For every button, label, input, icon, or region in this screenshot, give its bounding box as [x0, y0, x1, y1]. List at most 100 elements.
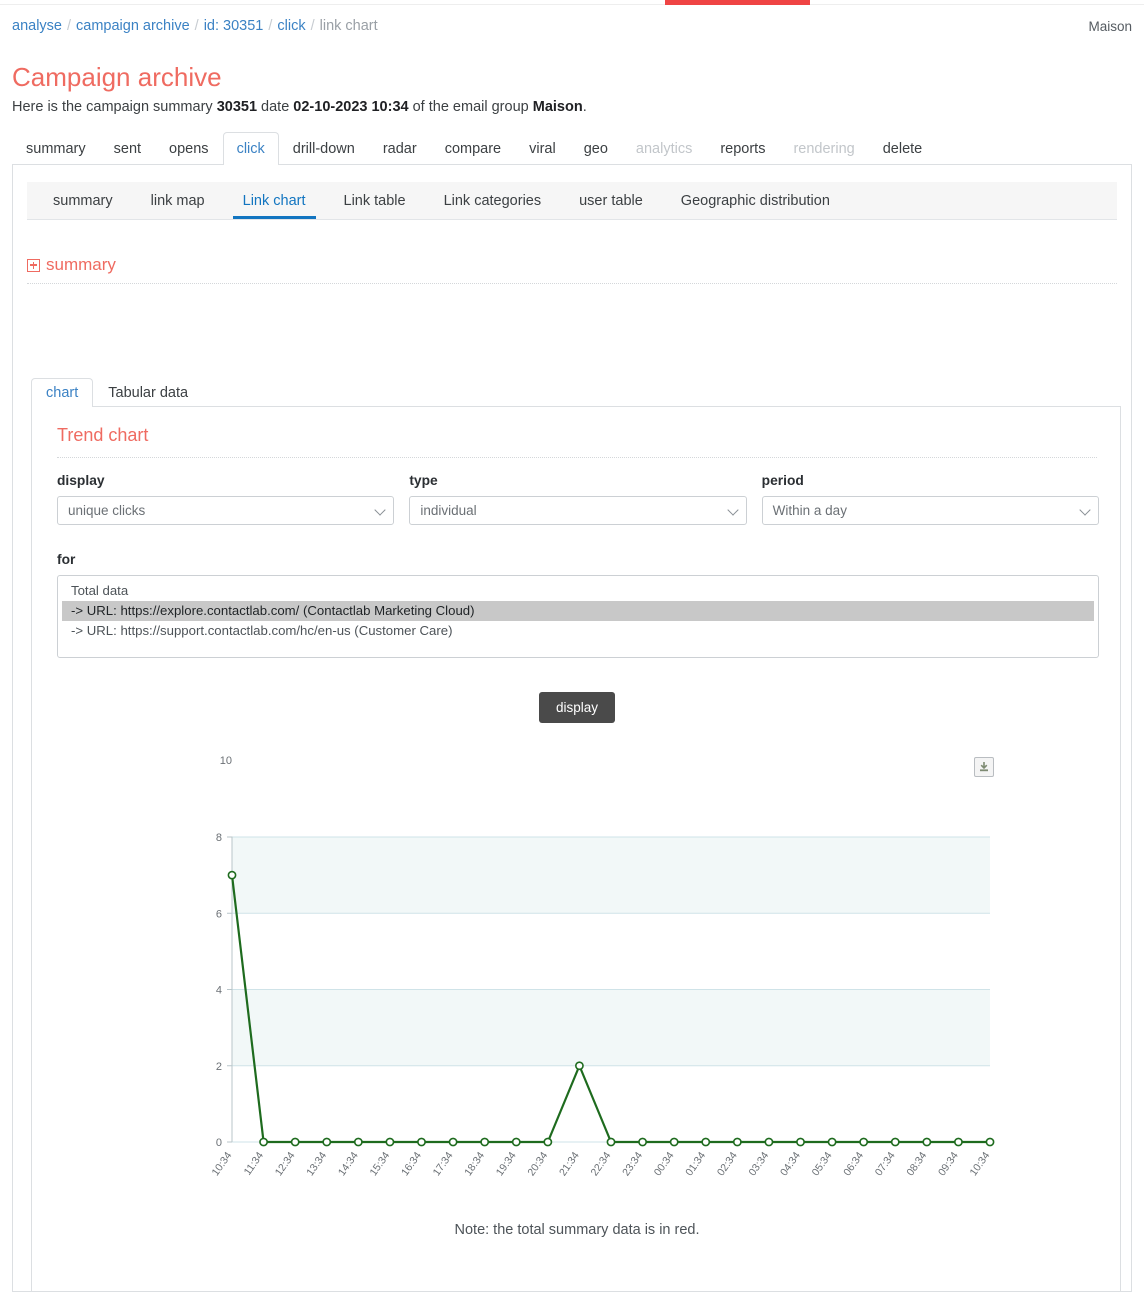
chart-data-point[interactable]	[701, 1137, 711, 1147]
summary-accordion: summary	[27, 255, 1117, 284]
type-select[interactable]: individual	[409, 496, 747, 525]
chart-data-point[interactable]	[669, 1137, 679, 1147]
tab-radar[interactable]: radar	[369, 132, 431, 165]
tab-reports[interactable]: reports	[706, 132, 779, 165]
chart-xtick-label-9: 19:34	[494, 1150, 519, 1179]
chart-data-point[interactable]	[575, 1061, 584, 1071]
chart-data-point[interactable]	[259, 1137, 268, 1147]
download-icon[interactable]	[974, 757, 994, 777]
tab-drill-down[interactable]: drill-down	[279, 132, 369, 165]
chart-xtick-label-22: 08:34	[904, 1150, 929, 1179]
chart-data-point[interactable]	[480, 1137, 490, 1147]
chart-data-point[interactable]	[985, 1137, 995, 1147]
chart-note: Note: the total summary data is in red.	[454, 1222, 700, 1238]
tab-geo[interactable]: geo	[570, 132, 622, 165]
chart-data-point[interactable]	[290, 1137, 300, 1147]
subtitle-date-word: date	[257, 99, 294, 115]
tab-opens[interactable]: opens	[155, 132, 223, 165]
chart-data-point[interactable]	[922, 1137, 932, 1147]
display-button[interactable]: display	[538, 692, 616, 723]
subtab-link-chart[interactable]: Link chart	[232, 188, 316, 219]
chart-data-point[interactable]	[606, 1137, 616, 1147]
chart-data-point[interactable]	[227, 870, 237, 880]
chart-xtick-label-3: 13:34	[304, 1150, 329, 1179]
tab-rendering: rendering	[793, 141, 855, 157]
tab-viral[interactable]: viral	[515, 132, 570, 165]
subtab-link-table[interactable]: Link table	[334, 188, 416, 219]
chart-ytick-label-6: 6	[216, 908, 222, 920]
chart-data-point[interactable]	[385, 1137, 395, 1147]
chart-xtick-label-0: 10:34	[210, 1150, 235, 1179]
summary-accordion-rule	[27, 283, 1117, 284]
trend-chart-title: Trend chart	[57, 425, 149, 445]
period-field: period Within a day	[761, 473, 1099, 525]
breadcrumb-item-campaign-archive[interactable]: campaign archive	[76, 18, 190, 34]
chart-data-point[interactable]	[543, 1137, 553, 1147]
campaign-date: 02-10-2023 10:34	[293, 99, 409, 115]
tab-compare[interactable]: compare	[431, 132, 515, 165]
tab-delete[interactable]: delete	[869, 132, 937, 165]
chart-xtick-label-17: 03:34	[746, 1150, 771, 1179]
chart-data-point[interactable]	[764, 1137, 774, 1147]
chart-data-point[interactable]	[322, 1137, 332, 1147]
subtab-summary[interactable]: summary	[43, 188, 123, 219]
display-button-row: display	[32, 692, 1122, 723]
breadcrumb-item-link-chart: link chart	[319, 18, 378, 34]
chart-xtick-label-19: 05:34	[810, 1150, 835, 1179]
chart-data-point[interactable]	[827, 1137, 837, 1147]
tab-sent[interactable]: sent	[100, 132, 155, 165]
breadcrumb-item-id-30351[interactable]: id: 30351	[204, 18, 264, 34]
chart-xtick-label-18: 04:34	[778, 1150, 803, 1179]
card-tab-tabular-data[interactable]: Tabular data	[93, 378, 203, 407]
subtab-user-table[interactable]: user table	[569, 188, 653, 219]
period-select[interactable]: Within a day	[761, 496, 1099, 525]
chart-data-point[interactable]	[796, 1137, 805, 1147]
breadcrumb-separator: /	[66, 18, 72, 34]
display-select-value: unique clicks	[68, 503, 146, 518]
breadcrumb-separator: /	[268, 18, 273, 34]
breadcrumb-item-click[interactable]: click	[277, 18, 305, 34]
breadcrumb-item-analyse[interactable]: analyse	[12, 18, 62, 34]
tab-click[interactable]: click	[222, 132, 279, 165]
trend-chart-title-rule	[57, 457, 1097, 458]
chart-xtick-label-12: 22:34	[589, 1150, 614, 1179]
chart-data-point[interactable]	[859, 1137, 869, 1147]
for-label: for	[57, 552, 76, 567]
type-field: type individual	[409, 473, 747, 525]
chart-xtick-label-1: 11:34	[242, 1150, 267, 1178]
chart-data-point[interactable]	[638, 1137, 647, 1147]
summary-accordion-toggle[interactable]: summary	[27, 255, 1117, 283]
chart-data-point[interactable]	[448, 1137, 458, 1147]
breadcrumb-separator: /	[310, 18, 315, 34]
chart-xtick-label-4: 14:34	[336, 1150, 361, 1179]
chart-xtick-label-8: 18:34	[462, 1150, 487, 1179]
for-option-1[interactable]: -> URL: https://explore.contactlab.com/ …	[62, 601, 1094, 621]
chart-data-point[interactable]	[353, 1137, 363, 1147]
display-select[interactable]: unique clicks	[57, 496, 395, 525]
tab-summary[interactable]: summary	[12, 132, 100, 165]
chart-xtick-label-23: 09:34	[936, 1150, 961, 1179]
subtab-geographic-distribution[interactable]: Geographic distribution	[671, 188, 840, 219]
subtitle-period: .	[582, 99, 587, 115]
sub-tab-bar: summary link map Link chart Link table Link …	[27, 182, 1117, 220]
chart-data-point[interactable]	[417, 1137, 426, 1147]
chart-data-point[interactable]	[890, 1137, 900, 1147]
card-tab-chart[interactable]: chart	[31, 378, 94, 407]
for-listbox[interactable]: Total data -> URL: https://explore.contac…	[57, 575, 1099, 658]
user-label: Maison	[1088, 19, 1132, 34]
chart-xtick-label-10: 20:34	[525, 1150, 550, 1179]
subtab-link-categories[interactable]: Link categories	[434, 188, 552, 219]
for-option-2[interactable]: -> URL: https://support.contactlab.com/h…	[62, 621, 1094, 641]
for-field: for Total data -> URL: https://explore.co…	[57, 552, 1099, 658]
for-option-0[interactable]: Total data	[62, 581, 1094, 601]
subtab-link-map[interactable]: link map	[141, 188, 215, 219]
campaign-id: 30351	[216, 99, 258, 115]
breadcrumb-separator: /	[194, 18, 199, 34]
chevron-down-icon	[1079, 504, 1091, 516]
chart-data-point[interactable]	[511, 1137, 521, 1147]
chart-data-point[interactable]	[954, 1137, 963, 1147]
breadcrumb: analyse / campaign archive / id: 30351/click…	[12, 18, 378, 34]
plus-box-icon	[27, 258, 40, 272]
tab-analytics: analytics	[635, 141, 693, 157]
chart-data-point[interactable]	[732, 1137, 742, 1147]
